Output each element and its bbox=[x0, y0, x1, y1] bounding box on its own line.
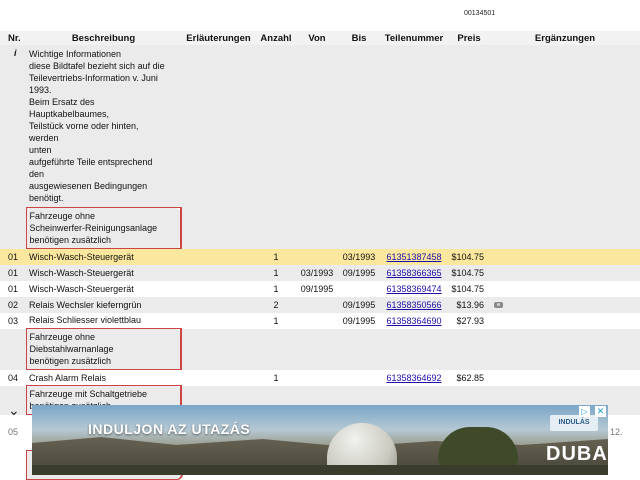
table-row[interactable]: 01 Wisch-Wasch-Steuergerät 1 03/1993 613… bbox=[0, 248, 640, 265]
header-von: Von bbox=[296, 31, 338, 45]
info-line: Beim Ersatz des bbox=[29, 97, 95, 107]
part-number-link[interactable]: 61358364690 bbox=[386, 316, 441, 326]
info-line: unten bbox=[29, 145, 52, 155]
ad-dome-tent bbox=[327, 423, 397, 471]
note-row: Fahrzeuge ohne Scheinwerfer-Reinigungsan… bbox=[0, 207, 640, 249]
header-anzahl: Anzahl bbox=[256, 31, 296, 45]
info-line: werden bbox=[29, 133, 59, 143]
parts-table: Nr. Beschreibung Erläuterungen Anzahl Vo… bbox=[0, 31, 640, 415]
part-number-link[interactable]: 61358366365 bbox=[386, 268, 441, 278]
row-number-partial: 05 bbox=[8, 427, 19, 437]
table-row[interactable]: 01 Wisch-Wasch-Steuergerät 1 09/1995 613… bbox=[0, 280, 640, 297]
info-row: i Wichtige Informationen diese Bildtafel… bbox=[0, 45, 640, 208]
table-row[interactable]: 01 Wisch-Wasch-Steuergerät 1 03/1993 09/… bbox=[0, 264, 640, 281]
header-preis: Preis bbox=[448, 31, 490, 45]
ad-tree bbox=[438, 427, 518, 467]
close-icon[interactable]: ✕ bbox=[595, 406, 606, 417]
info-line: benötigt. bbox=[29, 193, 64, 203]
table-row[interactable]: 04 Crash Alarm Relais 1 61358364692 $62.… bbox=[0, 369, 640, 386]
info-line: ausgewiesenen Bedingungen bbox=[29, 181, 148, 191]
table-row[interactable]: 02 Relais Wechsler kieferngrün 2 09/1995… bbox=[0, 296, 640, 313]
adchoices-icon[interactable]: ▷ bbox=[579, 406, 590, 417]
ad-banner[interactable]: INDULJON AZ UTAZÁS INDULÁS DUBAI ▷ ✕ bbox=[32, 405, 608, 475]
part-number-link[interactable]: 61351387458 bbox=[386, 252, 441, 262]
chevron-down-icon[interactable]: ⌄ bbox=[8, 403, 28, 417]
info-line: Teilevertriebs-Information v. Juni bbox=[29, 73, 158, 83]
part-number-link[interactable]: 61358364692 bbox=[386, 373, 441, 383]
info-line: den bbox=[29, 169, 45, 179]
partial-text: 12. bbox=[610, 427, 623, 437]
camera-icon[interactable] bbox=[494, 302, 503, 309]
ad-cta-button[interactable]: INDULÁS bbox=[550, 415, 598, 431]
header-ergaenzungen: Ergänzungen bbox=[490, 31, 640, 45]
header-nr: Nr. bbox=[0, 31, 26, 45]
note-row: Fahrzeuge ohne Diebstahlwarnanlage benöt… bbox=[0, 328, 640, 370]
table-header-row: Nr. Beschreibung Erläuterungen Anzahl Vo… bbox=[0, 31, 640, 45]
info-line: 1993. bbox=[29, 85, 52, 95]
part-number-link[interactable]: 61358369474 bbox=[386, 284, 441, 294]
table-row[interactable]: 03 Relais Schliesser violettblau 1 09/19… bbox=[0, 312, 640, 329]
note-headlamp-cleaning: Fahrzeuge ohne Scheinwerfer-Reinigungsan… bbox=[25, 207, 182, 249]
info-line: Wichtige Informationen bbox=[29, 49, 122, 59]
part-number-link[interactable]: 61358350566 bbox=[386, 300, 441, 310]
info-icon: i bbox=[0, 45, 26, 208]
ad-ground bbox=[32, 465, 608, 475]
info-line: diese Bildtafel bezieht sich auf die bbox=[29, 61, 165, 71]
header-erlaeuterungen: Erläuterungen bbox=[181, 31, 256, 45]
note-anti-theft: Fahrzeuge ohne Diebstahlwarnanlage benöt… bbox=[25, 328, 182, 370]
info-line: Teilstück vorne oder hinten, bbox=[29, 121, 139, 131]
header-bis: Bis bbox=[338, 31, 380, 45]
header-teilenummer: Teilenummer bbox=[380, 31, 448, 45]
info-line: Hauptkabelbaumes, bbox=[29, 109, 110, 119]
ad-headline: INDULJON AZ UTAZÁS bbox=[88, 421, 251, 437]
info-text: Wichtige Informationen diese Bildtafel b… bbox=[26, 45, 181, 208]
info-line: aufgeführte Teile entsprechend bbox=[29, 157, 153, 167]
document-number: 00134501 bbox=[464, 10, 496, 17]
ad-brand-logo: DUBAI bbox=[546, 443, 608, 465]
header-beschreibung: Beschreibung bbox=[26, 31, 181, 45]
